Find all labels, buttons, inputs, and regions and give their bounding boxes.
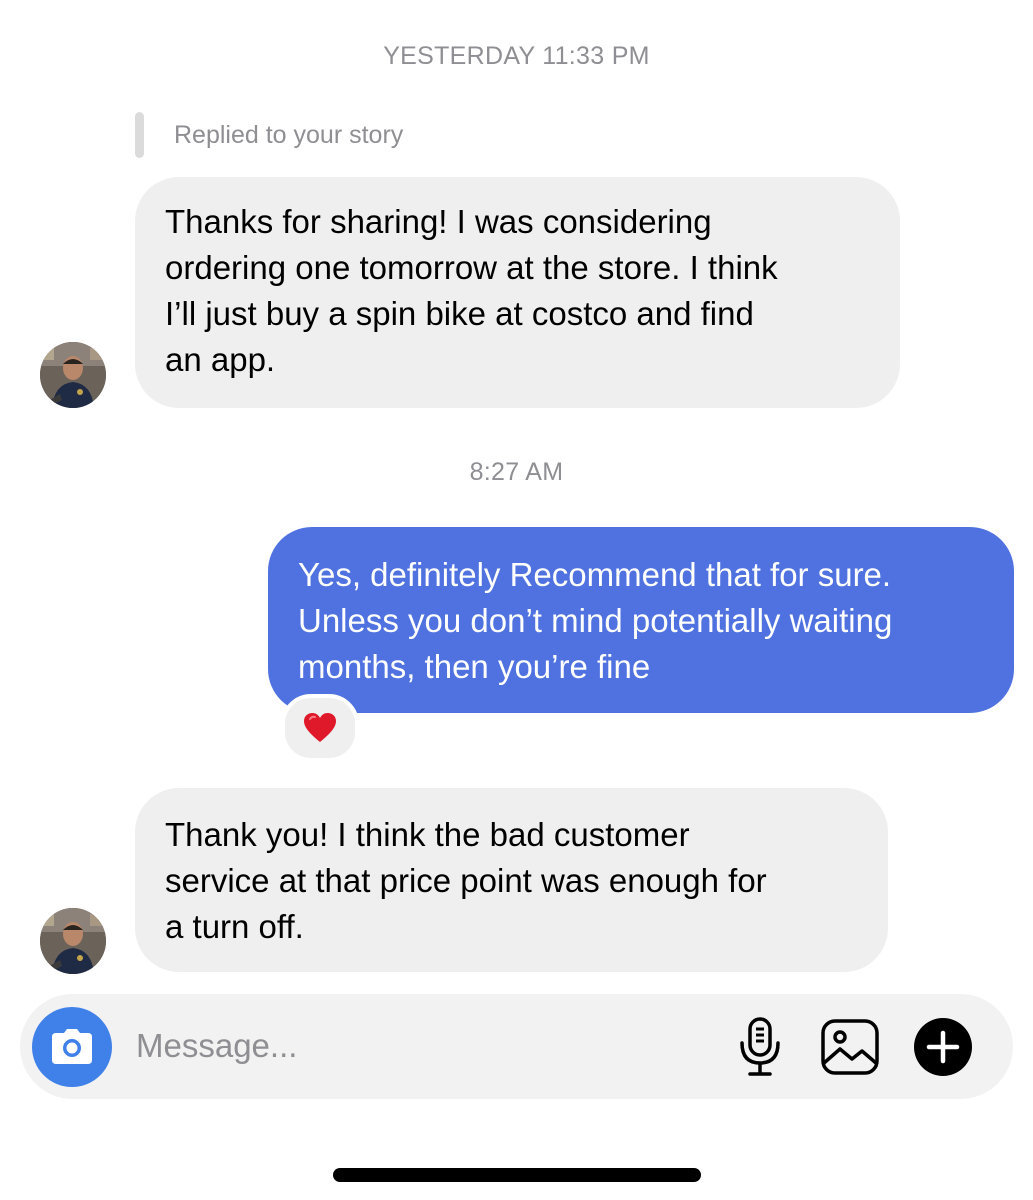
incoming-message-bubble[interactable]: Thanks for sharing! I was considering or… — [135, 177, 900, 408]
timestamp-morning: 8:27 AM — [469, 458, 564, 486]
more-options-button[interactable] — [913, 1017, 973, 1077]
gallery-icon — [821, 1019, 879, 1075]
reply-indicator-bar — [135, 112, 144, 158]
heart-icon — [304, 713, 336, 742]
avatar-photo — [40, 342, 106, 408]
home-indicator[interactable] — [333, 1168, 701, 1182]
plus-icon — [914, 1018, 972, 1076]
camera-icon — [52, 1029, 92, 1064]
outgoing-message-bubble[interactable]: Yes, definitely Recommend that for sure.… — [268, 527, 1014, 713]
message-input[interactable] — [136, 1022, 696, 1070]
gallery-button[interactable] — [818, 1016, 882, 1078]
timestamp-yesterday: YESTERDAY 11:33 PM — [383, 42, 650, 70]
sender-avatar[interactable] — [40, 342, 106, 408]
message-composer — [20, 994, 1013, 1099]
reply-context-label: Replied to your story — [174, 120, 404, 149]
avatar-photo — [40, 908, 106, 974]
incoming-message-bubble[interactable]: Thank you! I think the bad customer serv… — [135, 788, 888, 972]
heart-reaction[interactable] — [281, 694, 359, 762]
sender-avatar[interactable] — [40, 908, 106, 974]
camera-button[interactable] — [32, 1007, 112, 1087]
story-reply-context[interactable]: Replied to your story — [135, 112, 403, 158]
voice-message-button[interactable] — [730, 1014, 790, 1080]
microphone-icon — [740, 1017, 780, 1076]
